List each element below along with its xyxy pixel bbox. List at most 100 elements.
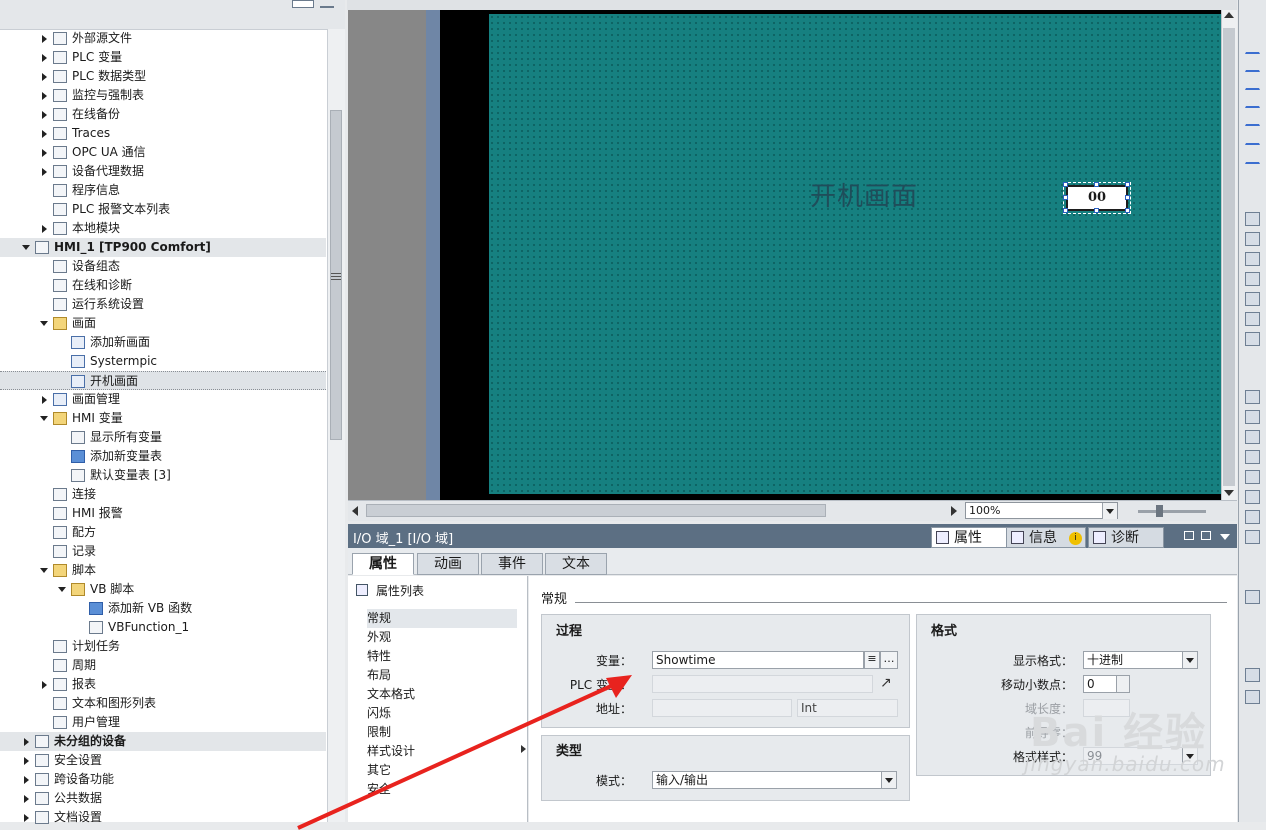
tree-item[interactable]: 显示所有变量 [0,428,326,447]
tree-item[interactable]: 设备代理数据 [0,162,326,181]
tree-item[interactable]: HMI_1 [TP900 Comfort] [0,238,326,257]
text-icon[interactable] [1245,150,1260,164]
chevron-right-icon[interactable] [42,73,47,81]
tree-item[interactable]: 外部源文件 [0,29,326,48]
tree-item[interactable]: 跨设备功能 [0,770,326,789]
tree-item[interactable]: 监控与强制表 [0,86,326,105]
circle-icon[interactable] [1245,112,1260,126]
tree-item[interactable]: 配方 [0,523,326,542]
zoom-slider[interactable] [1138,510,1206,513]
selection-handle[interactable] [1125,208,1130,213]
chevron-right-icon[interactable] [42,396,47,404]
camera-icon[interactable] [1245,668,1260,682]
user-view-icon[interactable] [1245,430,1260,444]
tree-item[interactable]: PLC 变量 [0,48,326,67]
float-window-icon[interactable] [1184,531,1194,540]
zoom-slider-knob[interactable] [1156,505,1163,517]
tag-list-icon[interactable]: ≡ [864,651,880,669]
scroll-up-icon[interactable] [1224,12,1234,18]
tree-item[interactable]: HMI 变量 [0,409,326,428]
button-icon[interactable] [1245,232,1260,246]
sm-view-icon[interactable] [1245,510,1260,524]
tree-item[interactable]: PLC 报警文本列表 [0,200,326,219]
chevron-right-icon[interactable] [42,92,47,100]
bar-icon[interactable] [1245,312,1260,326]
tab-events[interactable]: 事件 [481,553,543,575]
tab-texts[interactable]: 文本 [545,553,607,575]
tree-item[interactable]: 添加新变量表 [0,447,326,466]
selection-handle[interactable] [1063,195,1068,200]
tree-item[interactable]: 用户管理 [0,713,326,732]
tree-details-toggle-icon[interactable] [320,0,334,8]
chevron-right-icon[interactable] [42,111,47,119]
tree-item[interactable]: VB 脚本 [0,580,326,599]
tree-item[interactable]: Systermpic [0,352,326,371]
chevron-right-icon[interactable] [42,54,47,62]
tree-item[interactable]: PLC 数据类型 [0,67,326,86]
polyline-icon[interactable] [1245,58,1260,72]
tree-item[interactable]: 安全设置 [0,751,326,770]
chevron-down-icon[interactable] [40,321,48,326]
tab-diagnostics[interactable]: 诊断 [1088,527,1164,548]
prop-item-appearance[interactable]: 外观 [367,628,517,647]
browse-button[interactable]: … [880,651,898,669]
symbolic-io-icon[interactable] [1245,252,1260,266]
tree-item[interactable]: 画面 [0,314,326,333]
tree-item[interactable]: Traces [0,124,326,143]
editor-vertical-scrollbar-thumb[interactable] [1223,28,1235,486]
io-field-icon[interactable] [1245,212,1260,226]
display-format-select[interactable]: 十进制 [1083,651,1198,669]
tree-item[interactable]: 设备组态 [0,257,326,276]
stepper-arrows-icon[interactable] [1116,676,1129,692]
pdf-icon[interactable] [1245,690,1260,704]
html-browser-icon[interactable] [1245,450,1260,464]
chevron-down-icon[interactable] [881,772,896,788]
tree-item[interactable]: 本地模块 [0,219,326,238]
selection-handle[interactable] [1063,182,1068,187]
chevron-down-icon[interactable] [40,416,48,421]
tree-view-toggle-icon[interactable] [292,0,314,8]
tree-item[interactable]: 未分组的设备 [0,732,326,751]
system-diag-icon[interactable] [1245,530,1260,544]
tree-item[interactable]: 报表 [0,675,326,694]
hmi-screen-canvas[interactable] [489,14,1221,494]
tree-item[interactable]: 计划任务 [0,637,326,656]
scroll-left-icon[interactable] [352,506,358,516]
chevron-down-icon[interactable] [58,587,66,592]
tree-item[interactable]: 公共数据 [0,789,326,808]
chevron-right-icon[interactable] [24,814,29,822]
chevron-right-icon[interactable] [24,757,29,765]
tree-item[interactable]: 开机画面 [0,371,326,390]
selection-handle[interactable] [1094,208,1099,213]
variable-field[interactable]: Showtime [652,651,864,669]
chevron-right-icon[interactable] [24,738,29,746]
tree-item[interactable]: 画面管理 [0,390,326,409]
chevron-right-icon[interactable] [24,776,29,784]
selection-handle[interactable] [1125,195,1130,200]
status-force-icon[interactable] [1245,490,1260,504]
tree-scrollbar-thumb[interactable] [330,110,342,440]
tree-item[interactable]: 连接 [0,485,326,504]
tab-info[interactable]: 信息 i [1006,527,1086,548]
rectangle-icon[interactable] [1245,131,1260,145]
scroll-right-icon[interactable] [951,506,957,516]
chevron-down-icon[interactable] [1182,652,1197,668]
tree-item[interactable]: 添加新画面 [0,333,326,352]
chevron-right-icon[interactable] [42,35,47,43]
collapse-inspector-icon[interactable] [1220,534,1230,540]
alarm-view-icon[interactable] [1245,390,1260,404]
chevron-down-icon[interactable] [1102,503,1117,519]
tree-item[interactable]: 文本和图形列表 [0,694,326,713]
tree-item[interactable]: 记录 [0,542,326,561]
tree-item[interactable]: VBFunction_1 [0,618,326,637]
chevron-right-icon[interactable] [42,681,47,689]
date-time-icon[interactable] [1245,292,1260,306]
selection-handle[interactable] [1125,182,1130,187]
tree-item[interactable]: 程序信息 [0,181,326,200]
editor-horizontal-scrollbar-thumb[interactable] [366,504,826,517]
tree-item[interactable]: 运行系统设置 [0,295,326,314]
line-icon[interactable] [1245,40,1260,54]
tree-item[interactable]: 添加新 VB 函数 [0,599,326,618]
zoom-select[interactable]: 100% [965,502,1118,519]
tab-animations[interactable]: 动画 [417,553,479,575]
